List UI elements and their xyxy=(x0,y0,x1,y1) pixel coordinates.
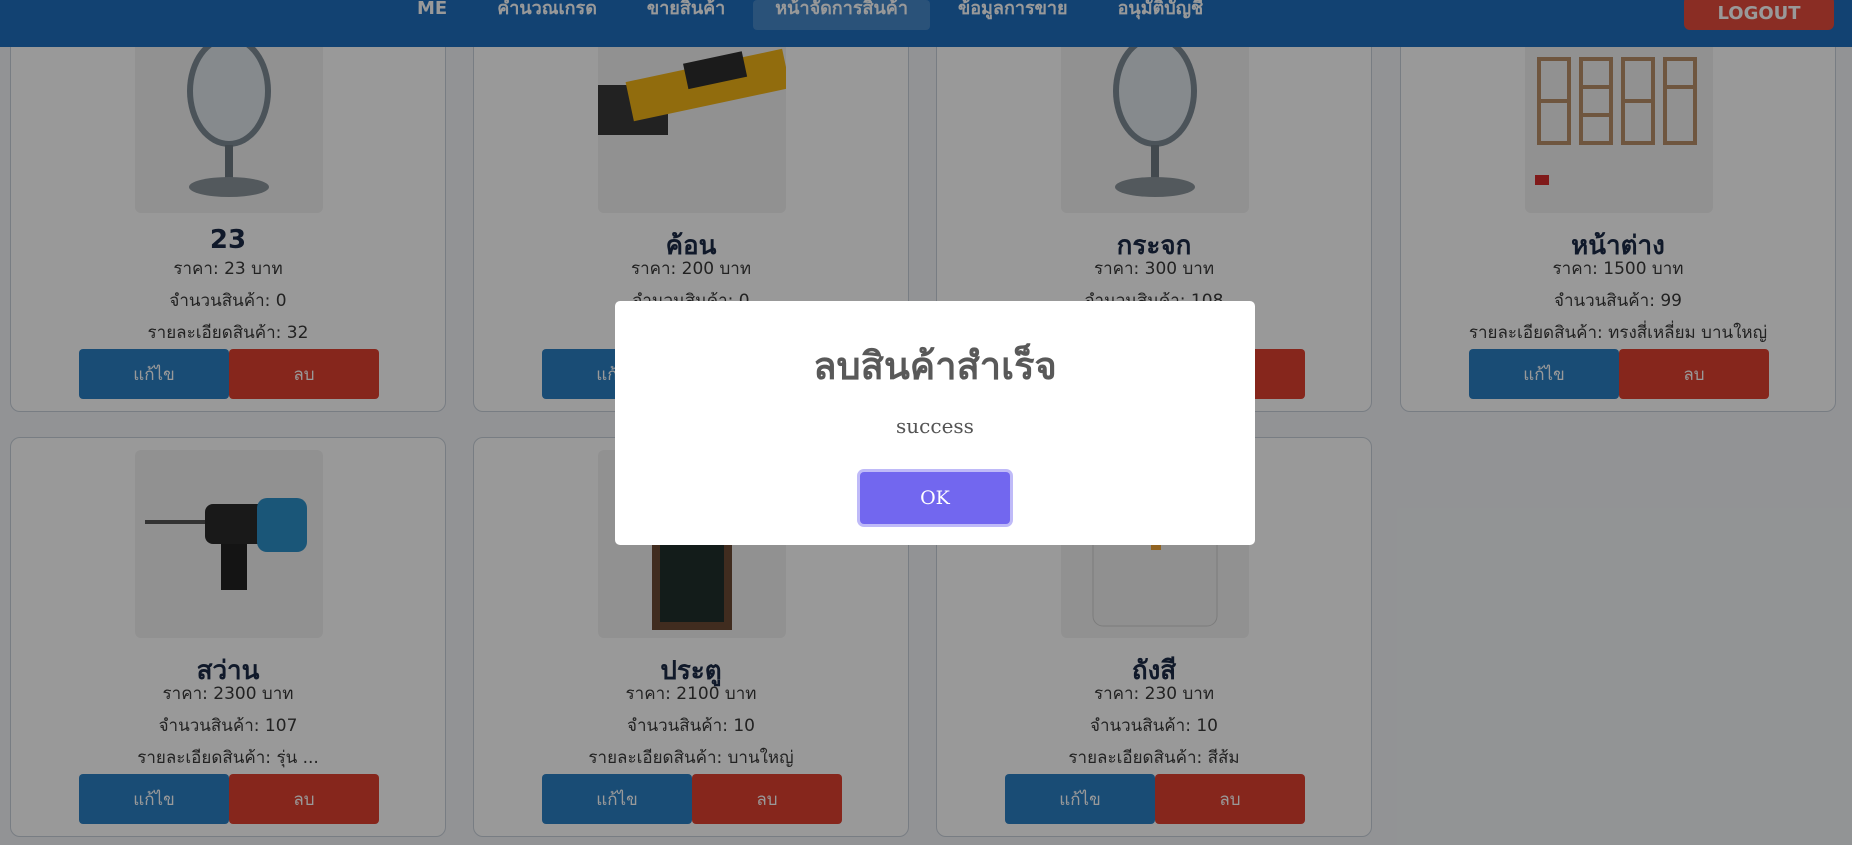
dialog-message: success xyxy=(896,414,974,438)
success-dialog: ลบสินค้าสำเร็จ success OK xyxy=(615,301,1255,545)
dialog-title: ลบสินค้าสำเร็จ xyxy=(813,344,1057,388)
ok-button[interactable]: OK xyxy=(860,472,1010,524)
